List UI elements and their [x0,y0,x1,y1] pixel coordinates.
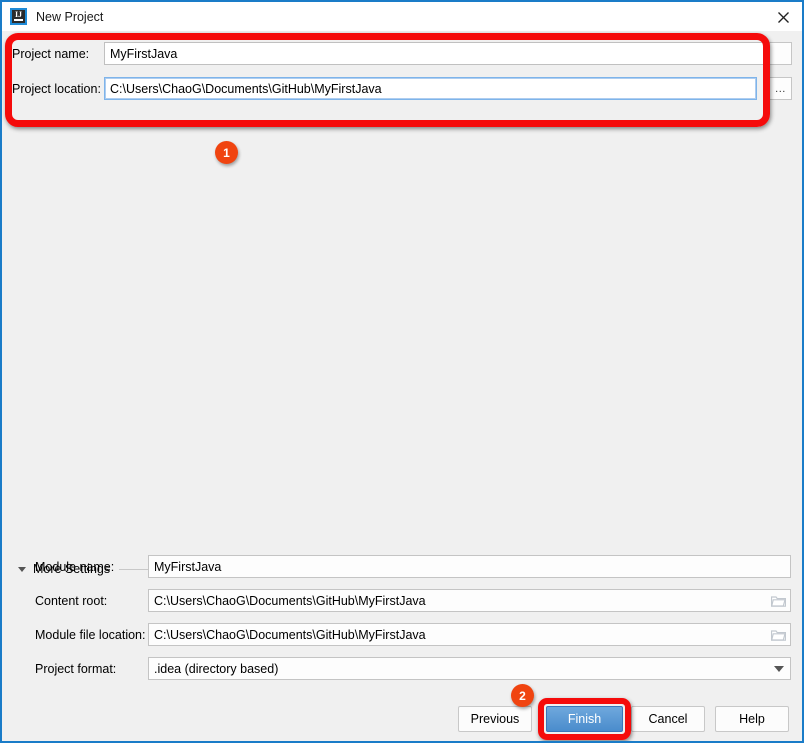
project-location-input[interactable]: C:\Users\ChaoG\Documents\GitHub\MyFirstJ… [104,77,757,100]
intellij-idea-icon-bar [14,19,23,21]
project-location-row: Project location: C:\Users\ChaoG\Documen… [12,77,792,100]
folder-icon[interactable] [771,595,786,607]
content-root-label: Content root: [35,593,108,608]
project-name-row: Project name: MyFirstJava [12,42,792,65]
folder-icon[interactable] [771,629,786,641]
content-root-row: Content root: C:\Users\ChaoG\Documents\G… [35,589,792,612]
previous-button[interactable]: Previous [458,706,532,732]
project-format-label: Project format: [35,661,117,676]
content-root-input[interactable]: C:\Users\ChaoG\Documents\GitHub\MyFirstJ… [148,589,791,612]
intellij-idea-icon-letters: IJ [14,10,23,19]
module-name-input[interactable]: MyFirstJava [148,555,791,578]
module-name-label: Module name: [35,559,115,574]
project-name-browse-button[interactable] [769,42,792,65]
dialog-body: Project name: MyFirstJava Project locati… [2,31,802,740]
chevron-down-icon[interactable] [774,665,784,672]
help-button[interactable]: Help [715,706,789,732]
finish-button[interactable]: Finish [546,706,623,732]
module-name-row: Module name: MyFirstJava [35,555,792,578]
module-file-location-label: Module file location: [35,627,146,642]
chevron-down-icon [18,566,26,572]
ellipsis-icon: ... [775,82,786,95]
project-format-row: Project format: .idea (directory based) [35,657,792,680]
project-name-label: Project name: [12,46,90,61]
window-title: New Project [36,9,104,24]
close-button[interactable] [760,2,802,32]
project-location-label: Project location: [12,81,101,96]
module-file-location-row: Module file location: C:\Users\ChaoG\Doc… [35,623,792,646]
project-name-input[interactable]: MyFirstJava [104,42,764,65]
module-file-location-input[interactable]: C:\Users\ChaoG\Documents\GitHub\MyFirstJ… [148,623,791,646]
project-format-select[interactable]: .idea (directory based) [148,657,791,680]
project-location-browse-button[interactable]: ... [769,77,792,100]
cancel-button[interactable]: Cancel [631,706,705,732]
new-project-dialog: IJ New Project Project name: MyFirstJava… [0,0,804,743]
step-badge-1: 1 [215,141,238,164]
title-bar: IJ New Project [2,0,802,32]
intellij-idea-icon: IJ [10,8,27,25]
close-icon [777,11,789,23]
title-bar-content: IJ New Project [10,8,103,25]
step-badge-2: 2 [511,684,534,707]
